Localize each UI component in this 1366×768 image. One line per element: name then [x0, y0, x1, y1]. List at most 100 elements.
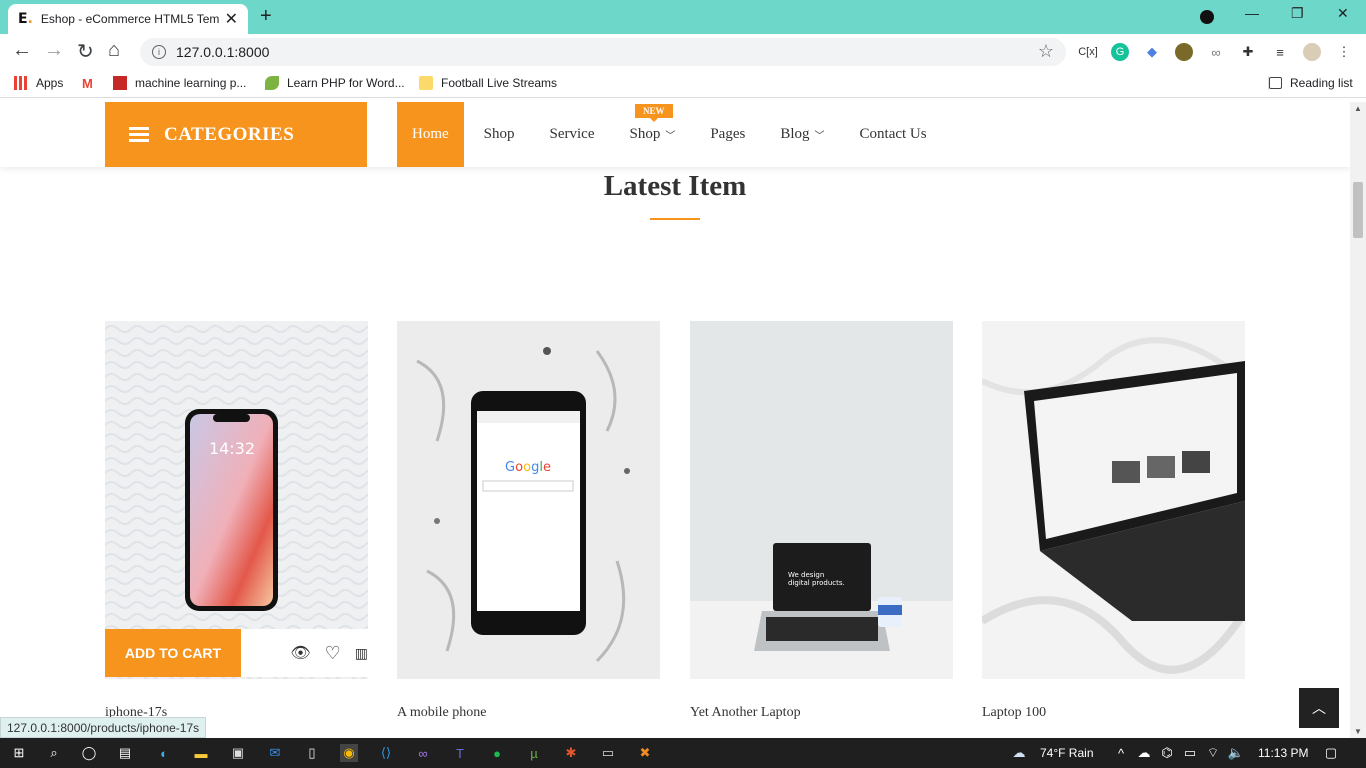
new-tab-icon[interactable]: + — [260, 5, 272, 28]
tab-title: Eshop - eCommerce HTML5 Tem — [40, 12, 219, 26]
phone-image: Google — [397, 321, 660, 679]
xampp-icon[interactable]: ✖ — [636, 744, 654, 762]
back-icon[interactable]: ← — [12, 39, 32, 62]
site-info-icon[interactable]: i — [152, 45, 166, 59]
network-icon[interactable]: ⌬ — [1158, 744, 1176, 762]
scroll-up-icon[interactable]: ▲ — [1354, 104, 1362, 113]
chevron-up-icon[interactable]: ^ — [1112, 744, 1130, 762]
close-window-icon[interactable]: ✕ — [1337, 5, 1349, 22]
bookmark-star-icon[interactable]: ☆ — [1038, 41, 1054, 62]
chevron-down-icon: ﹀ — [665, 131, 676, 142]
chrome-icon[interactable]: ◉ — [340, 744, 358, 762]
slack-icon[interactable]: ✱ — [562, 744, 580, 762]
notepad-icon[interactable]: ▯ — [303, 744, 321, 762]
extension-icon[interactable]: ◆ — [1143, 43, 1161, 61]
media-control-icon[interactable] — [1200, 10, 1214, 24]
teams-icon[interactable]: T — [451, 744, 469, 762]
bookmark-apps[interactable]: Apps — [14, 76, 63, 90]
vscode-icon[interactable]: ⟨⟩ — [377, 744, 395, 762]
volume-icon[interactable]: 🔈 — [1227, 744, 1245, 762]
product-card[interactable]: Google A mobile phone — [397, 321, 660, 720]
extension-icon[interactable]: ∞ — [1207, 43, 1225, 61]
laptop-image: We design digital products. — [690, 321, 953, 679]
heart-icon[interactable]: ♡ — [325, 643, 341, 664]
restore-icon[interactable]: ❐ — [1291, 5, 1304, 22]
bookmark-label: machine learning p... — [135, 76, 247, 90]
leaf-icon — [265, 76, 279, 90]
product-image[interactable] — [982, 321, 1245, 679]
compare-icon[interactable]: ▥ — [355, 645, 368, 662]
file-explorer-icon[interactable]: ▬ — [192, 744, 210, 762]
add-to-cart-button[interactable]: ADD TO CART — [105, 629, 241, 677]
weather-icon[interactable]: ☁ — [1010, 744, 1028, 762]
wifi-icon[interactable]: ⌔ — [1204, 744, 1222, 762]
close-tab-icon[interactable]: ✕ — [225, 9, 238, 29]
page-scrollbar[interactable]: ▲ ▼ — [1350, 102, 1366, 738]
product-card[interactable]: 14:32 ADD TO CART 👁 ♡ ▥ iphone-17s — [105, 321, 368, 720]
bookmark-football[interactable]: Football Live Streams — [419, 76, 557, 90]
menu-item-shop[interactable]: Shop — [469, 102, 530, 167]
url-text: 127.0.0.1:8000 — [176, 44, 270, 60]
windows-start-icon[interactable]: ⊞ — [10, 744, 28, 762]
mail-icon[interactable]: ✉ — [266, 744, 284, 762]
product-name[interactable]: Yet Another Laptop — [690, 705, 801, 721]
bookmark-icon — [113, 76, 127, 90]
task-view-icon[interactable]: ▤ — [116, 744, 134, 762]
media-queue-icon[interactable]: ≡ — [1271, 43, 1289, 61]
minimize-icon[interactable]: — — [1245, 5, 1259, 21]
menu-item-pages[interactable]: Pages — [695, 102, 760, 167]
eye-icon[interactable]: 👁 — [290, 643, 310, 663]
menu-label: Service — [549, 126, 595, 142]
menu-item-contact[interactable]: Contact Us — [845, 102, 942, 167]
puzzle-icon[interactable]: ✚ — [1239, 43, 1257, 61]
product-name[interactable]: A mobile phone — [397, 705, 486, 721]
menu-item-service[interactable]: Service — [535, 102, 610, 167]
menu-icon[interactable]: ⋮ — [1335, 43, 1353, 61]
product-card[interactable]: We design digital products. Yet Another … — [690, 321, 953, 720]
new-badge: NEW — [635, 104, 673, 122]
product-image[interactable]: We design digital products. — [690, 321, 953, 679]
edge-icon[interactable]: ◐ — [155, 744, 173, 762]
extension-icon[interactable] — [1175, 43, 1193, 61]
forward-icon[interactable]: → — [44, 39, 64, 62]
reading-list[interactable]: Reading list — [1268, 76, 1353, 90]
menu-item-home[interactable]: Home — [397, 102, 464, 167]
home-icon[interactable]: ⌂ — [108, 39, 120, 62]
search-icon[interactable]: ⌕ — [45, 744, 63, 762]
bookmark-php[interactable]: Learn PHP for Word... — [265, 76, 405, 90]
reading-list-label: Reading list — [1290, 76, 1353, 90]
product-image[interactable]: 14:32 ADD TO CART 👁 ♡ ▥ — [105, 321, 368, 679]
onedrive-icon[interactable]: ☁ — [1135, 744, 1153, 762]
visual-studio-icon[interactable]: ∞ — [414, 744, 432, 762]
scroll-down-icon[interactable]: ▼ — [1354, 727, 1362, 736]
clock[interactable]: 11:13 PM — [1258, 746, 1308, 760]
product-image[interactable]: Google — [397, 321, 660, 679]
store-icon[interactable]: ▣ — [229, 744, 247, 762]
extension-icon[interactable]: C[x] — [1078, 43, 1098, 61]
terminal-icon[interactable]: ▭ — [599, 744, 617, 762]
product-card[interactable]: Laptop 100 — [982, 321, 1245, 720]
bookmark-label: Apps — [36, 76, 64, 90]
reload-icon[interactable]: ↻ — [77, 39, 94, 64]
spotify-icon[interactable]: ● — [488, 744, 506, 762]
bookmark-ml[interactable]: machine learning p... — [113, 76, 246, 90]
product-name[interactable]: Laptop 100 — [982, 705, 1046, 721]
menu-label: Blog — [780, 126, 810, 142]
battery-icon[interactable]: ▭ — [1181, 744, 1199, 762]
categories-button[interactable]: CATEGORIES — [105, 102, 367, 167]
chevron-down-icon: ﹀ — [814, 131, 825, 142]
grammarly-icon[interactable]: G — [1111, 43, 1129, 61]
menu-item-blog[interactable]: Blog ﹀ — [765, 102, 839, 167]
back-to-top-button[interactable]: ︿ — [1299, 688, 1339, 728]
favicon-icon: E. — [18, 11, 33, 27]
browser-titlebar: E. Eshop - eCommerce HTML5 Tem ✕ + — ❐ ✕ — [0, 0, 1366, 34]
cortana-icon[interactable]: ◯ — [80, 744, 98, 762]
menu-label: Home — [412, 126, 449, 142]
address-bar[interactable]: i 127.0.0.1:8000 ☆ — [140, 38, 1066, 66]
avatar[interactable] — [1303, 43, 1321, 61]
scroll-thumb[interactable] — [1353, 182, 1363, 238]
utorrent-icon[interactable]: µ — [525, 744, 543, 762]
gmail-bookmark[interactable]: M — [82, 76, 104, 91]
notification-icon[interactable]: ▢ — [1322, 744, 1340, 762]
browser-tab[interactable]: E. Eshop - eCommerce HTML5 Tem ✕ — [8, 4, 248, 34]
